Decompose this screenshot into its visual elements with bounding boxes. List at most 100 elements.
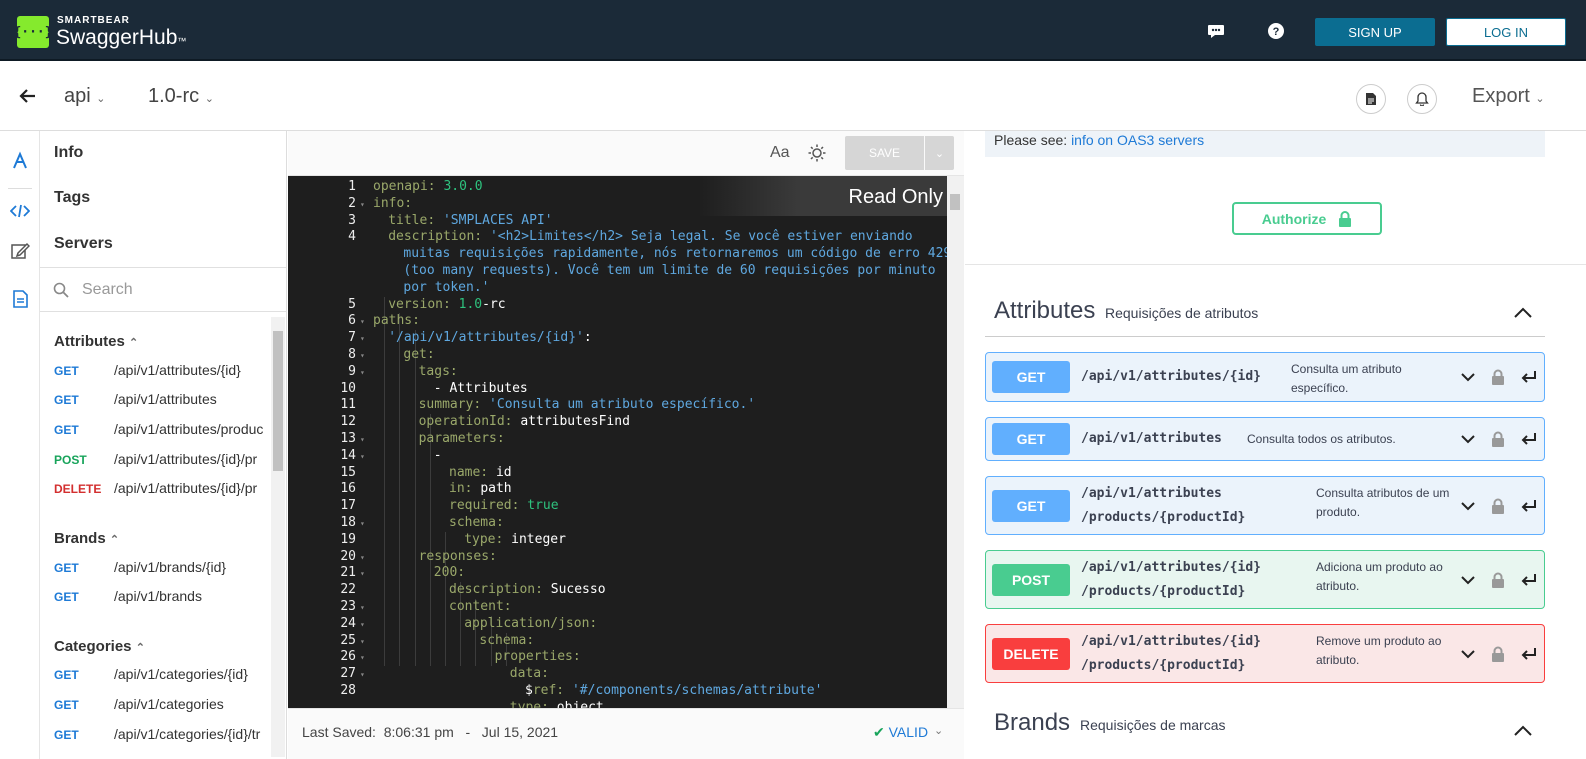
chevron-down-icon[interactable] xyxy=(1460,369,1476,385)
operation-get[interactable]: GET/api/v1/attributes /products/{product… xyxy=(985,476,1545,535)
design-icon[interactable] xyxy=(10,151,30,171)
document-button[interactable] xyxy=(1356,84,1386,114)
scroll-thumb[interactable] xyxy=(950,194,960,210)
fold-toggle-icon[interactable]: ▾ xyxy=(360,435,365,444)
sign-up-button[interactable]: SIGN UP xyxy=(1315,18,1435,46)
fold-toggle-icon[interactable]: ▾ xyxy=(360,653,365,662)
nav-endpoint[interactable]: GET/api/v1/categories/{id}/tr xyxy=(54,726,274,748)
nav-endpoint[interactable]: GET/api/v1/categories xyxy=(54,696,274,718)
nav-endpoint[interactable]: GET/api/v1/categories/{id} xyxy=(54,666,274,688)
chevron-up-icon[interactable] xyxy=(1513,305,1533,319)
fold-toggle-icon[interactable]: ▾ xyxy=(360,553,365,562)
tag-section-brands[interactable]: Brands Requisições de marcas xyxy=(985,709,1545,749)
brand-name: SwaggerHub xyxy=(56,26,178,49)
group-attributes[interactable]: Attributes ⌃ xyxy=(54,333,138,350)
notifications-button[interactable] xyxy=(1407,84,1437,114)
code-line: application/json: xyxy=(464,616,597,631)
nav-item-tags[interactable]: Tags xyxy=(54,189,90,207)
code-area[interactable]: Read Only 1 openapi: 3.0.0 2 ▾ info: 3 title: … xyxy=(288,176,947,708)
tag-description: Requisições de atributos xyxy=(1105,305,1259,321)
method-label: DELETE xyxy=(54,482,102,496)
docs-icon[interactable] xyxy=(10,289,30,309)
operation-get[interactable]: GET/api/v1/attributes/{id} Consulta um at… xyxy=(985,352,1545,402)
lock-icon[interactable] xyxy=(1490,572,1506,588)
code-token: $ xyxy=(525,683,533,698)
code-token: - xyxy=(433,447,442,463)
export-menu[interactable]: Export ⌄ xyxy=(1472,85,1545,108)
return-icon[interactable] xyxy=(1521,431,1537,447)
sun-icon[interactable] xyxy=(808,144,826,162)
chevron-up-icon[interactable] xyxy=(1513,723,1533,737)
indent-guide xyxy=(399,313,401,667)
nav-endpoint[interactable]: POST/api/v1/attributes/{id}/pr xyxy=(54,451,274,473)
fold-toggle-icon[interactable]: ▾ xyxy=(360,670,365,679)
fold-toggle-icon[interactable]: ▾ xyxy=(360,519,365,528)
fold-toggle-icon[interactable]: ▾ xyxy=(360,334,365,343)
fold-toggle-icon[interactable]: ▾ xyxy=(360,569,365,578)
edit-icon[interactable] xyxy=(10,241,30,261)
operation-post[interactable]: POST/api/v1/attributes/{id} /products/{p… xyxy=(985,550,1545,609)
help-icon[interactable]: ? xyxy=(1267,22,1285,40)
editor-scrollbar[interactable] xyxy=(947,176,964,708)
fold-toggle-icon[interactable]: ▾ xyxy=(360,452,365,461)
nav-scrollbar[interactable] xyxy=(271,317,285,757)
chevron-down-icon[interactable] xyxy=(1460,431,1476,447)
return-icon[interactable] xyxy=(1521,369,1537,385)
chevron-down-icon[interactable] xyxy=(1460,646,1476,662)
log-in-button[interactable]: LOG IN xyxy=(1446,18,1566,46)
fold-toggle-icon[interactable]: ▾ xyxy=(360,620,365,629)
version-selector[interactable]: 1.0-rc ⌄ xyxy=(148,85,214,108)
fold-toggle-icon[interactable]: ▾ xyxy=(360,351,365,360)
chevron-down-icon[interactable] xyxy=(1460,498,1476,514)
line-number: 13 xyxy=(340,431,356,446)
tag-description: Requisições de marcas xyxy=(1080,717,1226,733)
return-icon[interactable] xyxy=(1521,646,1537,662)
svg-text:?: ? xyxy=(1273,26,1280,38)
chevron-down-icon[interactable]: ⌄ xyxy=(934,724,943,737)
operation-delete[interactable]: DELETE/api/v1/attributes/{id} /products/… xyxy=(985,624,1545,683)
group-brands[interactable]: Brands ⌃ xyxy=(54,530,119,547)
nav-endpoint[interactable]: GET/api/v1/attributes xyxy=(54,391,274,413)
code-line: content: xyxy=(449,599,512,614)
nav-endpoint[interactable]: GET/api/v1/brands/{id} xyxy=(54,559,274,581)
save-options-button[interactable]: ⌄ xyxy=(925,136,954,170)
oas3-servers-link[interactable]: info on OAS3 servers xyxy=(1071,132,1204,148)
search-input[interactable] xyxy=(82,278,272,302)
authorize-button[interactable]: Authorize xyxy=(1232,202,1382,235)
chevron-down-icon[interactable] xyxy=(1460,572,1476,588)
group-categories[interactable]: Categories ⌃ xyxy=(54,638,145,655)
tag-section-attributes[interactable]: Attributes Requisições de atributos xyxy=(985,297,1545,337)
scroll-thumb[interactable] xyxy=(273,331,283,471)
fold-toggle-icon[interactable]: ▾ xyxy=(360,637,365,646)
lock-icon[interactable] xyxy=(1490,498,1506,514)
nav-endpoint[interactable]: GET/api/v1/attributes/{id} xyxy=(54,362,274,384)
api-selector[interactable]: api ⌄ xyxy=(64,85,105,108)
validation-status[interactable]: ✔ VALID xyxy=(873,724,928,741)
fold-toggle-icon[interactable]: ▾ xyxy=(360,200,365,209)
nav-endpoint[interactable]: DELETE/api/v1/attributes/{id}/pr xyxy=(54,480,274,502)
nav-endpoint[interactable]: GET/api/v1/brands xyxy=(54,588,274,610)
code-token: attributesFind xyxy=(520,414,630,430)
nav-endpoint[interactable]: GET/api/v1/attributes/produc xyxy=(54,421,274,443)
operation-summary: Remove um produto ao atributo. xyxy=(1316,634,1442,667)
operation-get[interactable]: GET/api/v1/attributes Consulta todos os a… xyxy=(985,417,1545,461)
code-icon[interactable] xyxy=(10,201,30,221)
back-arrow-icon[interactable] xyxy=(18,86,38,106)
font-size-button[interactable]: Aa xyxy=(770,144,790,162)
chat-icon[interactable] xyxy=(1207,22,1225,40)
code-line: por token.' xyxy=(403,280,489,295)
lock-icon[interactable] xyxy=(1490,646,1506,662)
swaggerhub-logo-icon[interactable]: {···} xyxy=(13,16,53,48)
lock-icon[interactable] xyxy=(1490,431,1506,447)
return-icon[interactable] xyxy=(1521,572,1537,588)
lock-icon[interactable] xyxy=(1490,369,1506,385)
save-button[interactable]: SAVE xyxy=(845,136,924,170)
fold-toggle-icon[interactable]: ▾ xyxy=(360,368,365,377)
fold-toggle-icon[interactable]: ▾ xyxy=(360,317,365,326)
brand-swaggerhub[interactable]: SwaggerHub™ xyxy=(56,26,186,50)
nav-item-servers[interactable]: Servers xyxy=(54,235,113,253)
line-number: 22 xyxy=(340,582,356,598)
nav-item-info[interactable]: Info xyxy=(54,144,83,162)
fold-toggle-icon[interactable]: ▾ xyxy=(360,603,365,612)
return-icon[interactable] xyxy=(1521,498,1537,514)
